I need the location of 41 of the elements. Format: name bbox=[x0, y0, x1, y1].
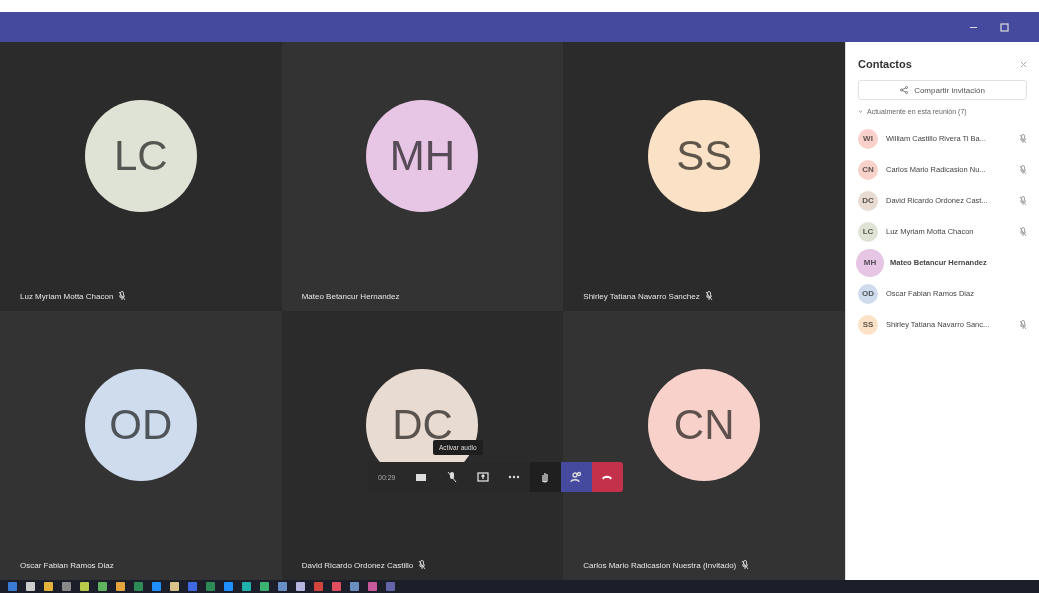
avatar: WI bbox=[858, 128, 878, 149]
mic-off-icon bbox=[1019, 164, 1027, 175]
avatar: MH bbox=[858, 250, 882, 275]
avatar: LC bbox=[84, 100, 197, 212]
mic-off-icon bbox=[704, 291, 713, 301]
mic-off-icon bbox=[1019, 195, 1027, 206]
chevron-icon[interactable] bbox=[858, 109, 863, 114]
mic-off-icon bbox=[1019, 226, 1027, 237]
raise-hand-button[interactable] bbox=[529, 462, 561, 492]
share-icon bbox=[900, 86, 909, 94]
mic-off-icon bbox=[118, 291, 127, 301]
people-icon bbox=[570, 471, 583, 483]
mic-off-icon bbox=[1019, 133, 1027, 144]
more-icon bbox=[508, 475, 521, 479]
mic-off-icon bbox=[1019, 319, 1027, 330]
avatar: SS bbox=[648, 100, 761, 212]
share-invite-button[interactable]: Compartir invitación bbox=[858, 80, 1027, 100]
maximize-icon[interactable] bbox=[1000, 22, 1009, 32]
share-screen-icon bbox=[477, 472, 490, 482]
participant-name: Carlos Mario Radicasion Nuestra (Invitado) bbox=[583, 560, 737, 570]
avatar: LC bbox=[858, 221, 878, 242]
close-icon bbox=[1020, 60, 1027, 68]
participant-name: Mateo Betancur Hernandez bbox=[301, 292, 400, 301]
avatar: OD bbox=[84, 369, 197, 481]
avatar: DC bbox=[858, 190, 878, 211]
participant-name: Oscar Fabian Ramos Diaz bbox=[20, 561, 114, 570]
participant-name: Shirley Tatiana Navarro Sanchez bbox=[583, 291, 700, 301]
phone-icon bbox=[601, 474, 614, 480]
participants-button[interactable] bbox=[560, 462, 592, 492]
participant-name: Luz Myriam Motta Chacon bbox=[20, 291, 114, 301]
avatar: OD bbox=[858, 283, 878, 304]
avatar: CN bbox=[648, 369, 761, 481]
camera-icon bbox=[415, 472, 428, 482]
participant-name: David Ricardo Ordonez Castillo bbox=[301, 560, 414, 570]
mic-off-icon bbox=[741, 560, 750, 570]
avatar: MH bbox=[366, 100, 479, 212]
avatar: CN bbox=[858, 159, 878, 180]
avatar: SS bbox=[858, 314, 878, 335]
mic-off-icon bbox=[447, 471, 458, 483]
panel-title: Contactos bbox=[858, 58, 912, 70]
mic-off-icon bbox=[418, 560, 427, 570]
